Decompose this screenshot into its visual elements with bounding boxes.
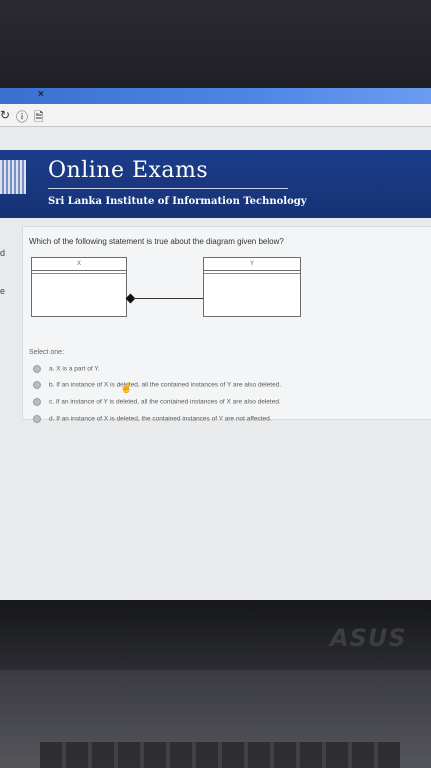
keyboard-keys xyxy=(40,742,400,768)
device-brand-logo: ASUS xyxy=(330,624,407,652)
mouse-cursor-icon: ☝ xyxy=(120,383,133,394)
question-nav-strip: d e xyxy=(0,226,20,406)
site-header: Online Exams Sri Lanka Institute of Info… xyxy=(0,150,431,218)
radio-icon[interactable] xyxy=(33,415,41,423)
uml-class-y-name: Y xyxy=(204,258,300,271)
uml-class-x-name: X xyxy=(32,258,126,271)
monitor-bezel-top xyxy=(0,0,431,88)
site-subtitle: Sri Lanka Institute of Information Techn… xyxy=(48,196,307,207)
option-text: b. If an instance of X is deleted, all t… xyxy=(49,381,282,389)
institute-logo xyxy=(0,160,26,194)
answer-option-b[interactable]: b. If an instance of X is deleted, all t… xyxy=(33,381,281,389)
association-line xyxy=(133,298,203,299)
close-icon[interactable]: × xyxy=(38,89,44,100)
nav-label-mid: e xyxy=(0,286,6,296)
radio-icon[interactable] xyxy=(33,365,41,373)
question-box: Which of the following statement is true… xyxy=(22,226,431,423)
window-titlebar: × xyxy=(0,88,431,104)
option-text: a. X is a part of Y. xyxy=(49,365,100,373)
select-one-label: Select one: xyxy=(29,349,65,356)
site-title: Online Exams xyxy=(48,158,209,183)
answer-option-c[interactable]: c. If an instance of Y is deleted, all t… xyxy=(33,398,281,406)
browser-screen: × ↻ ⓘ 🗎 Online Exams Sri Lanka Institute… xyxy=(0,88,431,600)
question-text: Which of the following statement is true… xyxy=(29,237,284,246)
uml-class-x-attributes xyxy=(32,271,126,274)
uml-class-y: Y xyxy=(203,257,301,317)
option-text: c. If an instance of Y is deleted, all t… xyxy=(49,398,281,406)
answer-option-d[interactable]: d. If an instance of X is deleted, the c… xyxy=(33,415,272,423)
nav-label-top: d xyxy=(0,248,6,258)
uml-class-x: X xyxy=(31,257,127,317)
radio-icon[interactable] xyxy=(33,381,41,389)
document-icon[interactable]: 🗎 xyxy=(34,108,44,129)
browser-toolbar: ↻ ⓘ 🗎 xyxy=(0,104,431,127)
radio-icon[interactable] xyxy=(33,398,41,406)
uml-class-y-attributes xyxy=(204,271,300,274)
option-text: d. If an instance of X is deleted, the c… xyxy=(49,415,272,423)
header-divider xyxy=(48,188,288,189)
refresh-icon[interactable]: ↻ xyxy=(0,108,10,122)
answer-option-a[interactable]: a. X is a part of Y. xyxy=(33,365,100,373)
info-icon[interactable]: ⓘ xyxy=(16,108,28,125)
